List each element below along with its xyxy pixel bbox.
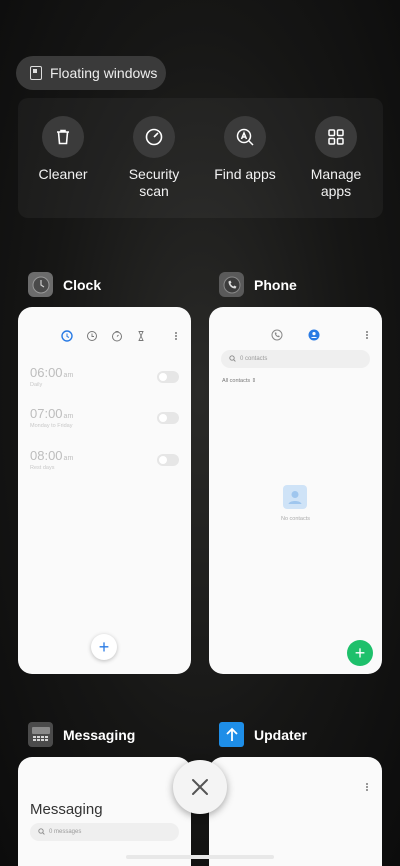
add-alarm-button[interactable]: +: [91, 634, 117, 660]
updater-app-name: Updater: [254, 726, 307, 743]
empty-contacts-icon: [283, 485, 307, 509]
cleaner-label: Cleaner: [38, 166, 88, 182]
floating-windows-label: Floating windows: [50, 65, 158, 81]
find-apps-label: Find apps: [214, 166, 276, 182]
alarm-time: 07:00: [30, 406, 63, 421]
floating-window-icon: [30, 66, 42, 80]
updater-app-header[interactable]: Updater: [219, 722, 307, 747]
messaging-app-name: Messaging: [63, 726, 136, 743]
messaging-recent-card[interactable]: Messaging 0 messages: [18, 757, 191, 866]
messages-search-placeholder: 0 messages: [49, 829, 82, 835]
alarm-time: 08:00: [30, 448, 63, 463]
alarm-item[interactable]: 08:00am Rest days: [30, 448, 73, 471]
alarm-toggle[interactable]: [157, 371, 179, 383]
filter-chevron-icon: ⇕: [251, 378, 257, 384]
updater-recent-card[interactable]: [209, 757, 382, 866]
alarm-time: 06:00: [30, 365, 63, 380]
security-scan-button[interactable]: Security scan: [109, 116, 199, 200]
phone-app-icon: [219, 272, 244, 297]
contacts-filter[interactable]: All contacts ⇕: [222, 378, 256, 384]
clock-app-header[interactable]: Clock: [28, 272, 101, 297]
phone-recent-card[interactable]: 0 contacts All contacts ⇕ No contacts +: [209, 307, 382, 674]
security-scan-label-line2: scan: [139, 183, 169, 199]
manage-apps-label-line2: apps: [320, 183, 352, 199]
search-icon: [38, 827, 45, 837]
close-icon: [192, 779, 208, 795]
trash-icon: [42, 116, 84, 158]
manage-apps-label-line1: Manage: [310, 166, 362, 182]
phone-app-name: Phone: [254, 276, 297, 293]
close-all-button[interactable]: [173, 760, 227, 814]
phone-tabs[interactable]: [270, 328, 372, 342]
grid-icon: [315, 116, 357, 158]
contacts-search-input[interactable]: 0 contacts: [221, 350, 370, 368]
messaging-app-header[interactable]: Messaging: [28, 722, 135, 747]
find-apps-button[interactable]: Find apps: [200, 116, 290, 183]
clock-recent-card[interactable]: 06:00am Daily 07:00am Monday to Friday 0…: [18, 307, 191, 674]
updater-app-icon: [219, 722, 244, 747]
messages-search-input[interactable]: 0 messages: [30, 823, 179, 841]
messaging-app-icon: [28, 722, 53, 747]
search-icon: [229, 354, 236, 364]
alarm-repeat: Rest days: [30, 465, 55, 471]
manage-apps-button[interactable]: Manage apps: [291, 116, 381, 200]
find-apps-icon: [224, 116, 266, 158]
add-contact-button[interactable]: +: [347, 640, 373, 666]
messaging-title: Messaging: [30, 801, 103, 818]
phone-app-header[interactable]: Phone: [219, 272, 297, 297]
alarm-toggle[interactable]: [157, 412, 179, 424]
clock-app-icon: [28, 272, 53, 297]
home-indicator[interactable]: [126, 855, 274, 859]
clock-app-name: Clock: [63, 276, 102, 293]
contacts-search-placeholder: 0 contacts: [240, 356, 268, 362]
cleaner-button[interactable]: Cleaner: [18, 116, 108, 183]
clock-tabs[interactable]: [60, 329, 180, 343]
alarm-item[interactable]: 06:00am Daily: [30, 365, 73, 388]
alarm-repeat: Daily: [30, 382, 43, 388]
alarm-repeat: Monday to Friday: [30, 423, 73, 429]
security-scan-icon: [133, 116, 175, 158]
empty-contacts-text: No contacts: [280, 516, 311, 522]
security-scan-label-line1: Security: [128, 166, 180, 182]
alarm-toggle[interactable]: [157, 454, 179, 466]
alarm-item[interactable]: 07:00am Monday to Friday: [30, 406, 73, 429]
more-options-icon[interactable]: [364, 781, 370, 793]
floating-windows-button[interactable]: Floating windows: [16, 56, 166, 90]
quick-actions-panel: Cleaner Security scan Find apps Manage a…: [18, 98, 383, 218]
